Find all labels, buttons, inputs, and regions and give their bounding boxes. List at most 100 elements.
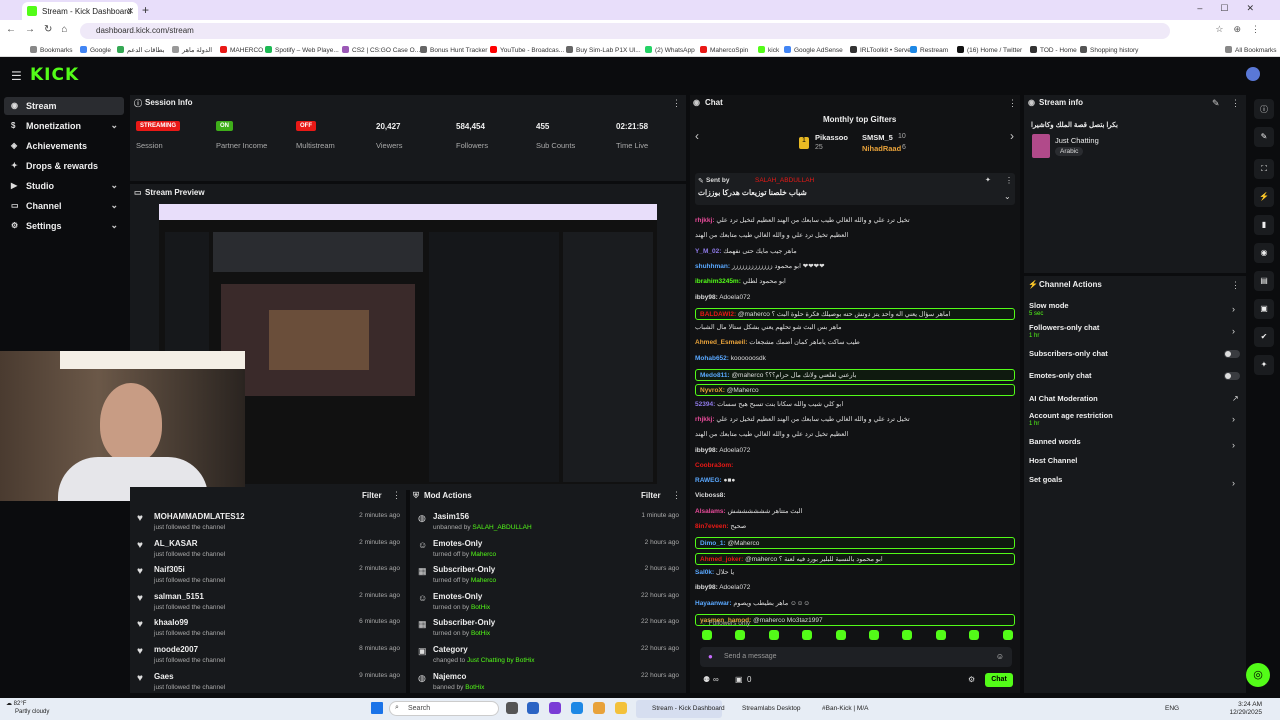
bookmark-item[interactable]: الدولة ماهر (172, 46, 212, 54)
taskbar-app-streamlabs[interactable]: Streamlabs Desktop (726, 700, 802, 718)
emote-icon[interactable] (835, 630, 846, 640)
bookmark-item[interactable]: Bookmarks (30, 46, 73, 54)
chat-message[interactable]: Coobra3om: (695, 461, 1015, 470)
sidebar-item-settings[interactable]: ⚙ Settings ⌄ (4, 217, 124, 235)
bookmark-item[interactable]: MahercoSpin (700, 46, 748, 54)
chat-username[interactable]: NyvroX: (700, 387, 725, 394)
pinned-user[interactable]: SALAH_ABDULLAH (755, 177, 814, 184)
follower-row[interactable]: ♥ AL_KASAR just followed the channel 2 minu… (137, 539, 400, 565)
rail-tool-icon[interactable]: ⓘ (1254, 99, 1274, 119)
emote-icon[interactable] (935, 630, 946, 640)
chat-message[interactable]: BALDAWI2: @maherco اماهر سؤال يعني اله و… (695, 307, 1015, 320)
chat-username[interactable]: Sal0k: (695, 569, 714, 576)
chat-username[interactable]: rhjkkj: (695, 217, 715, 224)
mod-action-name[interactable]: Subscriber-Only (433, 565, 679, 574)
chat-username[interactable]: 52394: (695, 401, 715, 408)
channel-action-slow-mode[interactable]: Slow mode 5 sec (1029, 301, 1069, 317)
external-link-icon[interactable]: ↗ (1232, 394, 1239, 403)
taskview-icon[interactable] (506, 702, 518, 714)
chat-message[interactable]: shuhhman: ابو محمود ززززززززززززز ❤❤❤❤ (695, 262, 1015, 271)
chevron-down-icon[interactable]: ⌄ (110, 120, 118, 131)
chat-username[interactable]: 8in7eveen: (695, 523, 729, 530)
stream-category[interactable]: Just Chatting (1055, 136, 1099, 145)
mod-action-row[interactable]: ☺ Emotes-Only turned on by BotHix 22 hours … (418, 592, 679, 618)
chevron-down-icon[interactable]: ⌄ (110, 180, 118, 191)
chat-username[interactable]: ibby98: (695, 447, 718, 454)
windows-start-icon[interactable] (371, 702, 383, 714)
kick-help-button[interactable]: ◎ (1246, 663, 1270, 687)
pinned-kebab-icon[interactable]: ⋮ (1005, 176, 1013, 185)
url-field[interactable]: dashboard.kick.com/stream (80, 23, 1170, 39)
app-icon[interactable] (527, 702, 539, 714)
chat-username[interactable]: Alsalams: (695, 508, 726, 515)
chat-message[interactable]: Dimo_1: @Maherco (695, 537, 1015, 550)
chat-message[interactable]: ibby98: Adoela072 (695, 293, 1015, 302)
emote-icon[interactable] (869, 630, 879, 640)
chat-message[interactable]: ماهر بس البث شو تحلهم يعني بشكل ستالا ما… (695, 323, 1015, 332)
bag-icon[interactable]: ▣ (735, 675, 743, 684)
chevron-right-icon[interactable]: › (1232, 326, 1235, 336)
mod-action-by[interactable]: BotHix (471, 604, 490, 611)
stream-tag[interactable]: Arabic (1055, 147, 1084, 156)
mod-action-by[interactable]: BotHix (465, 684, 484, 691)
chat-username[interactable]: ibby98: (695, 294, 718, 301)
mic-icon[interactable]: ● (708, 652, 713, 661)
stream-info-kebab-icon[interactable]: ⋮ (1231, 98, 1240, 109)
channel-action-emotes-only-chat[interactable]: Emotes-only chat (1029, 371, 1092, 380)
follower-row[interactable]: ♥ Naif305i just followed the channel 2 minu… (137, 565, 400, 591)
chat-message[interactable]: ibrahim3245m: ابو محمود لطلي (695, 277, 1015, 286)
bookmark-item[interactable]: Spotify – Web Playe... (265, 46, 339, 54)
emote-icon[interactable] (969, 630, 980, 640)
chat-message[interactable]: Ahmed_Esmaeil: طيب ساكت ياماهر كمان أضمك… (695, 338, 1015, 347)
browser-tab[interactable]: Stream - Kick Dashboard ✕ (22, 2, 138, 20)
tab-close-icon[interactable]: ✕ (126, 6, 134, 17)
emote-icon[interactable] (768, 630, 779, 640)
taskbar-clock[interactable]: 3:24 AM 12/29/2025 (1229, 701, 1262, 717)
followers-kebab-icon[interactable]: ⋮ (392, 490, 401, 501)
chat-input[interactable]: ● Send a message ☺ (700, 647, 1012, 667)
chat-message[interactable]: 8in7eveen: صحيح (695, 522, 1015, 531)
bookmark-item[interactable]: MAHERCO (220, 46, 263, 54)
new-tab-icon[interactable]: + (142, 3, 149, 17)
chat-message[interactable]: RAWEG: ●■● (695, 476, 1015, 485)
chat-message[interactable]: Medo811: @maherco بارعني لعلعني ولانك ما… (695, 369, 1015, 381)
mod-action-row[interactable]: ▦ Subscriber-Only turned on by BotHix 22 ho… (418, 618, 679, 644)
mod-action-row[interactable]: ▦ Subscriber-Only turned off by Maherco 2 h… (418, 565, 679, 591)
chat-username[interactable]: ibrahim3245m: (695, 278, 741, 285)
chat-message[interactable]: العظيم تخيل ترد علي و والله الغالي طيب م… (695, 231, 1015, 240)
sidebar-item-drops-rewards[interactable]: ✦ Drops & rewards (4, 157, 124, 175)
mod-action-name[interactable]: Emotes-Only (433, 539, 679, 548)
toggle-switch[interactable] (1224, 350, 1240, 358)
gifter-2-name[interactable]: SMSM_5 (862, 133, 893, 142)
chat-username[interactable]: Ahmed_joker: (700, 556, 743, 563)
mod-action-by[interactable]: SALAH_ABDULLAH (472, 524, 531, 531)
follower-row[interactable]: ♥ salman_5151 just followed the channel 2 m… (137, 592, 400, 618)
channel-action-account-age-restriction[interactable]: Account age restriction 1 hr (1029, 411, 1113, 427)
weather-widget[interactable]: ☁ 82°F Partly cloudy (6, 700, 49, 716)
follower-row[interactable]: ♥ MOHAMMADMLATES12 just followed the chann… (137, 512, 400, 538)
chat-username[interactable]: shuhhman: (695, 263, 730, 270)
rail-tool-icon[interactable]: ▮ (1254, 215, 1274, 235)
taskbar-search[interactable]: ⌕ Search (389, 701, 499, 716)
edit-stream-icon[interactable]: ✎ (1212, 98, 1220, 109)
gifter-1-name[interactable]: Pikassoo (815, 133, 848, 142)
follower-row[interactable]: ♥ moode2007 just followed the channel 8 min… (137, 645, 400, 671)
chat-username[interactable]: Mohab652: (695, 355, 729, 362)
chat-message[interactable]: Ahmed_joker: @maherco ابو محمود بالنسبة … (695, 552, 1015, 565)
gifter-3-name[interactable]: NihadRaad (862, 144, 901, 153)
chat-message[interactable]: Mohab652: koooooosdk (695, 354, 1015, 363)
chat-message[interactable]: 52394: ابو كلي شيب والله سكانا بنت تسبح … (695, 400, 1015, 409)
pinned-message[interactable]: ✎ Sent by SALAH_ABDULLAH شباب خلصنا توزي… (695, 173, 1015, 205)
channel-action-host-channel[interactable]: Host Channel (1029, 456, 1077, 465)
chat-username[interactable]: ibby98: (695, 584, 718, 591)
chat-username[interactable]: Ahmed_Esmaeil: (695, 339, 747, 346)
rail-tool-icon[interactable]: ⛶ (1254, 159, 1274, 179)
channel-action-set-goals[interactable]: Set goals (1029, 475, 1062, 484)
bookmark-item[interactable]: kick (758, 46, 779, 54)
sidebar-item-channel[interactable]: ▭ Channel ⌄ (4, 197, 124, 215)
window-controls[interactable]: –☐✕ (1197, 3, 1272, 14)
emote-icon[interactable] (802, 630, 813, 640)
chevron-right-icon[interactable]: › (1232, 478, 1235, 488)
mod-action-row[interactable]: ◍ Jasim156 unbanned by SALAH_ABDULLAH 1 min… (418, 512, 679, 538)
chat-kebab-icon[interactable]: ⋮ (1008, 98, 1017, 109)
